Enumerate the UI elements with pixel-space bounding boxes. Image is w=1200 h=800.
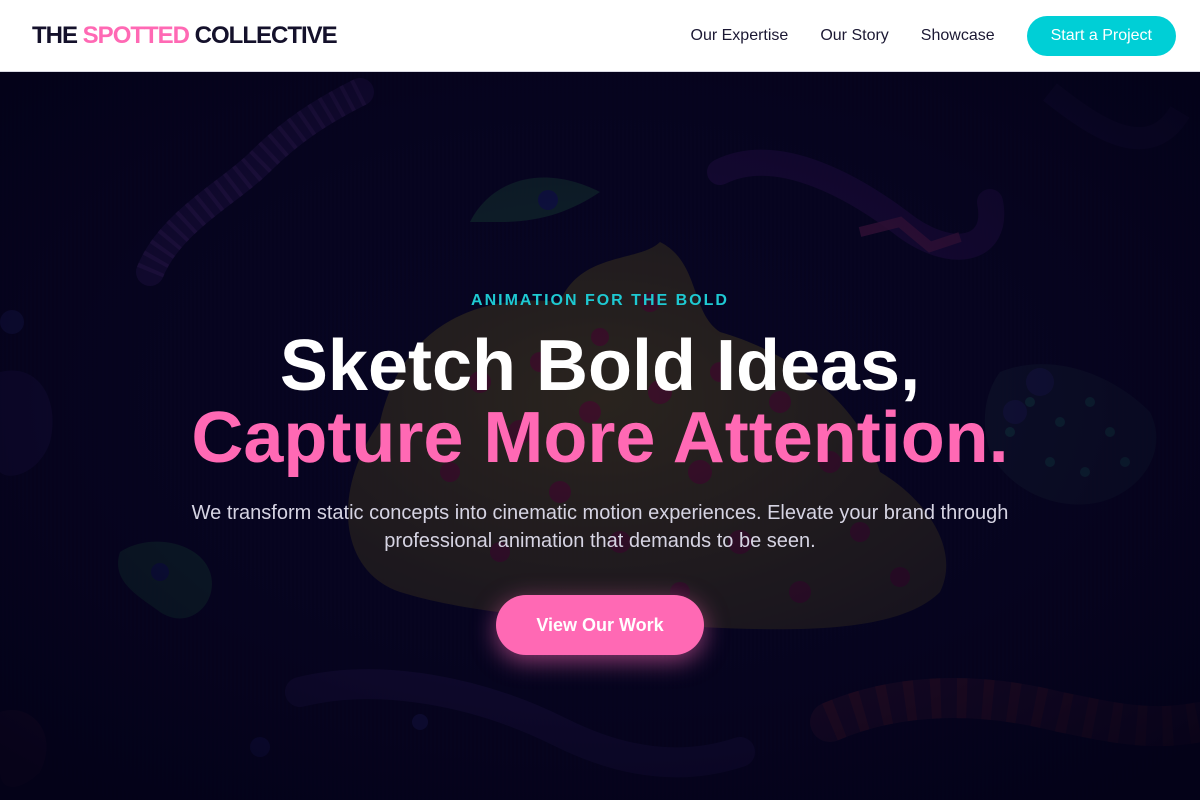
logo-text-the: THE bbox=[32, 21, 83, 49]
hero-headline-line2: Capture More Attention. bbox=[191, 398, 1009, 478]
logo-text-spotted: SPOTTED bbox=[82, 21, 190, 49]
site-logo[interactable]: THE SPOTTED COLLECTIVE bbox=[32, 21, 338, 50]
start-project-button[interactable]: Start a Project bbox=[1026, 15, 1176, 56]
view-our-work-button[interactable]: View Our Work bbox=[496, 595, 704, 655]
site-header: THE SPOTTED COLLECTIVE Our Expertise Our… bbox=[0, 0, 1200, 72]
hero-subtitle: We transform static concepts into cinema… bbox=[191, 502, 1009, 552]
nav-link-our-story[interactable]: Our Story bbox=[820, 27, 888, 45]
logo-text-collective: COLLECTIVE bbox=[189, 21, 338, 49]
hero-section: ANIMATION FOR THE BOLD Sketch Bold Ideas… bbox=[0, 72, 1200, 800]
hero-eyebrow: ANIMATION FOR THE BOLD bbox=[471, 292, 729, 309]
nav-link-showcase[interactable]: Showcase bbox=[921, 27, 995, 45]
nav-link-our-expertise[interactable]: Our Expertise bbox=[691, 27, 789, 45]
main-navigation: Our Expertise Our Story Showcase Start a… bbox=[691, 15, 1176, 56]
hero-content: ANIMATION FOR THE BOLD Sketch Bold Ideas… bbox=[0, 72, 1200, 800]
hero-headline-line1: Sketch Bold Ideas, bbox=[279, 326, 921, 406]
